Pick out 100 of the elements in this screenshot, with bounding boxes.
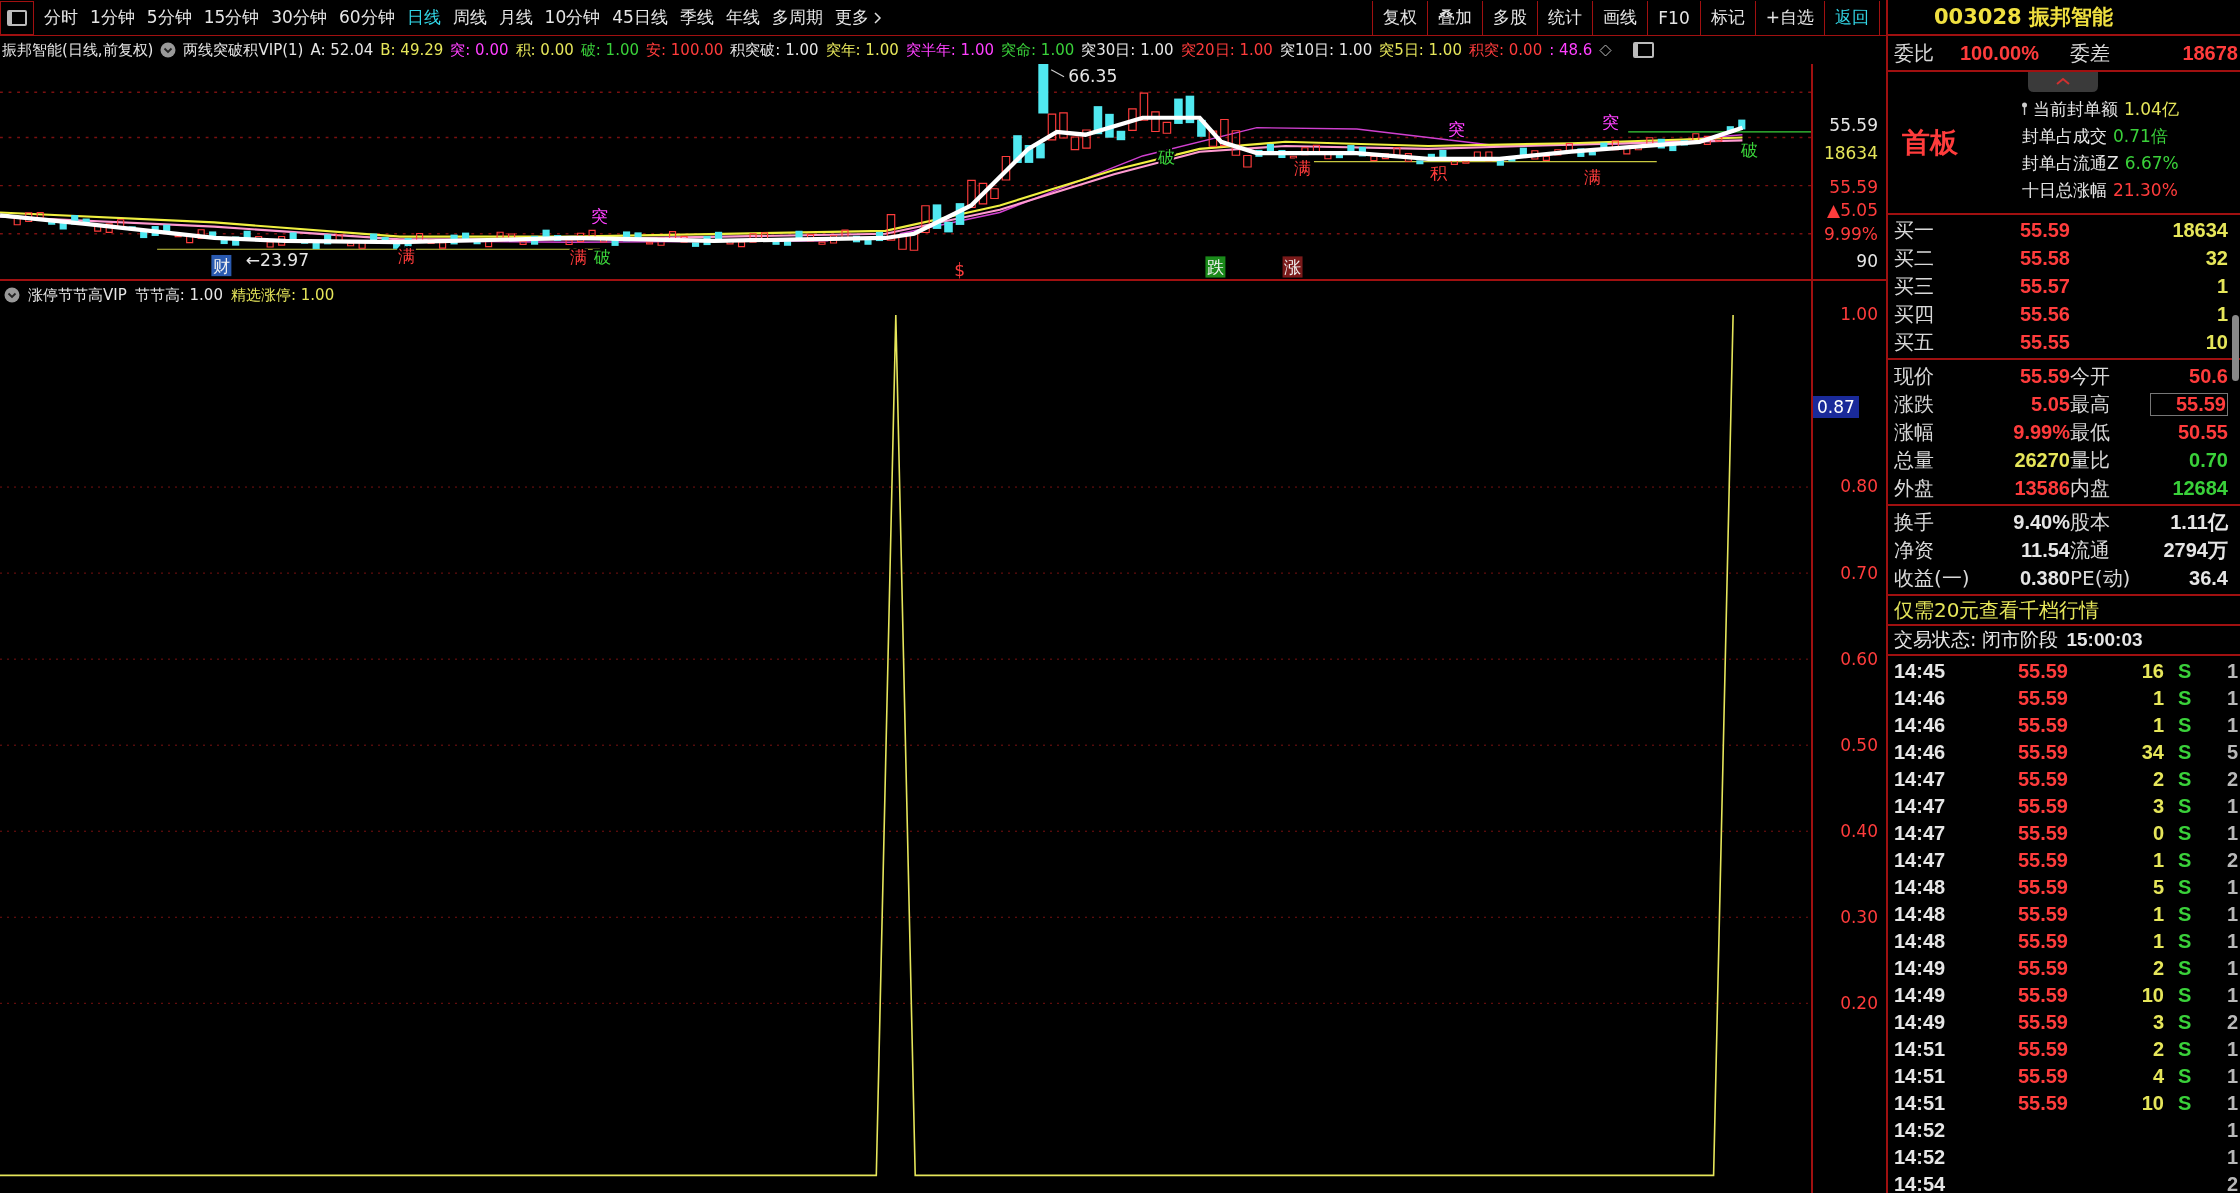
tick-count: 1 (2225, 984, 2238, 1007)
candlestick (485, 239, 493, 248)
period-tab[interactable]: 1分钟 (84, 0, 141, 35)
toolbar-button[interactable]: 画线 (1592, 0, 1648, 35)
bid-label: 买四 (1894, 301, 1935, 328)
candlestick (1370, 155, 1378, 162)
toolbar-button[interactable]: 统计 (1537, 0, 1593, 35)
bid-volume: 10 (2204, 331, 2228, 354)
bid-volume: 1 (2215, 275, 2228, 298)
period-tab[interactable]: 周线 (446, 0, 493, 35)
dropdown-icon[interactable] (4, 287, 20, 303)
tick-count: 1 (2225, 930, 2238, 953)
candlestick (1243, 154, 1252, 168)
candlestick (1738, 119, 1746, 130)
tick-side: S (2177, 768, 2193, 791)
toolbar-button[interactable]: 叠加 (1427, 0, 1483, 35)
scrollbar[interactable] (2232, 315, 2239, 381)
period-tab[interactable]: 月线 (492, 0, 539, 35)
tick-time: 14:51 (1894, 1092, 1947, 1115)
seal-label: 十日总涨幅 (2022, 178, 2107, 202)
signal-mark: 满 (569, 247, 587, 268)
candlestick (898, 234, 907, 250)
tick-count: 1 (2225, 795, 2238, 818)
candlestick (278, 235, 286, 246)
tick-price: 55.59 (2016, 687, 2068, 710)
bid-label: 买三 (1894, 273, 1935, 300)
tick-count: 2 (2225, 1011, 2238, 1034)
candlestick (1565, 142, 1573, 153)
period-tab[interactable]: 30分钟 (265, 0, 333, 35)
promo-link[interactable]: 仅需20元查看千档行情 (1888, 596, 2240, 626)
bid-price: 55.57 (2018, 275, 2070, 298)
back-button[interactable]: 返回 (1824, 0, 1880, 35)
tick-volume: 10 (2140, 1092, 2164, 1115)
axis-label: 0.20 (1840, 992, 1878, 1013)
tick-side: S (2177, 876, 2193, 899)
panel-toggle-icon[interactable] (1633, 42, 1655, 58)
tick-side: S (2177, 1065, 2193, 1088)
toolbar-button[interactable]: 多股 (1482, 0, 1538, 35)
dropdown-icon[interactable] (160, 42, 177, 58)
period-tab[interactable]: 5分钟 (140, 0, 198, 35)
more-button[interactable]: 更多 (828, 0, 888, 35)
candlestick (714, 231, 723, 242)
bid-price: 55.59 (2018, 219, 2070, 242)
period-tab[interactable]: 60分钟 (332, 0, 401, 35)
candlestick (669, 231, 677, 241)
period-tab[interactable]: 10分钟 (538, 0, 607, 35)
candlestick (105, 223, 113, 233)
period-tab[interactable]: 日线 (400, 0, 447, 35)
tick-side: S (2177, 714, 2193, 737)
tick-count: 1 (2225, 1065, 2238, 1088)
candlestick (1036, 143, 1045, 159)
period-tab[interactable]: 15分钟 (197, 0, 266, 35)
indicator-value: 积突破: 1.00 (730, 40, 819, 60)
tick-volume: 4 (2151, 1065, 2164, 1088)
toolbar-button[interactable]: 标记 (1699, 0, 1755, 35)
tick-volume: 3 (2151, 795, 2164, 818)
signal-mark: 突 (591, 206, 609, 227)
candlestick (737, 241, 746, 248)
tick-count: 1 (2225, 1146, 2238, 1169)
candlestick (1128, 108, 1137, 131)
candlestick (266, 241, 274, 248)
quote-value: 9.99% (2012, 420, 2070, 444)
signal-mark: 突 (1602, 111, 1620, 132)
candlestick (1116, 130, 1126, 141)
toolbar-button[interactable]: 复权 (1372, 0, 1428, 35)
quote-label: 收益(一) (1894, 564, 1971, 592)
seal-value: 6.67% (2124, 153, 2179, 173)
axis-label: 1.00 (1840, 304, 1878, 325)
period-tab[interactable]: 季线 (673, 0, 720, 35)
candlestick (117, 219, 125, 228)
bid-volume: 1 (2215, 303, 2228, 326)
candlestick (1634, 146, 1642, 151)
tick-volume: 2 (2151, 768, 2164, 791)
quote-label: 现价 (1894, 362, 1935, 390)
toolbar-button[interactable]: F10 (1647, 0, 1700, 35)
tick-price: 55.59 (2016, 1011, 2068, 1034)
tick-count: 1 (2225, 660, 2238, 683)
candlestick (829, 235, 838, 244)
tick-side: S (2177, 660, 2193, 683)
tick-time: 14:47 (1894, 849, 1947, 872)
period-tab[interactable]: 45日线 (606, 0, 674, 35)
candlestick (680, 235, 688, 243)
bid-label: 买二 (1894, 245, 1935, 272)
axis-label: 0.70 (1840, 562, 1878, 583)
tick-time: 14:47 (1894, 795, 1947, 818)
period-tab[interactable]: 分时 (38, 0, 84, 35)
tick-volume: 1 (2151, 930, 2164, 953)
seal-value: 21.30% (2113, 180, 2178, 200)
candlestick (1289, 155, 1297, 159)
candlestick (347, 242, 355, 247)
toolbar-button[interactable]: +自选 (1754, 0, 1824, 35)
quote-label: 最低 (2070, 418, 2111, 446)
candlestick (1070, 136, 1080, 151)
indicator-value: 突年: 1.00 (825, 40, 899, 60)
period-tab[interactable]: 多周期 (765, 0, 829, 35)
candlestick (1151, 111, 1160, 132)
bid-label: 买一 (1894, 217, 1935, 244)
panel-toggle-icon[interactable] (0, 0, 34, 35)
period-tab[interactable]: 年线 (719, 0, 766, 35)
candlestick (1473, 151, 1481, 160)
